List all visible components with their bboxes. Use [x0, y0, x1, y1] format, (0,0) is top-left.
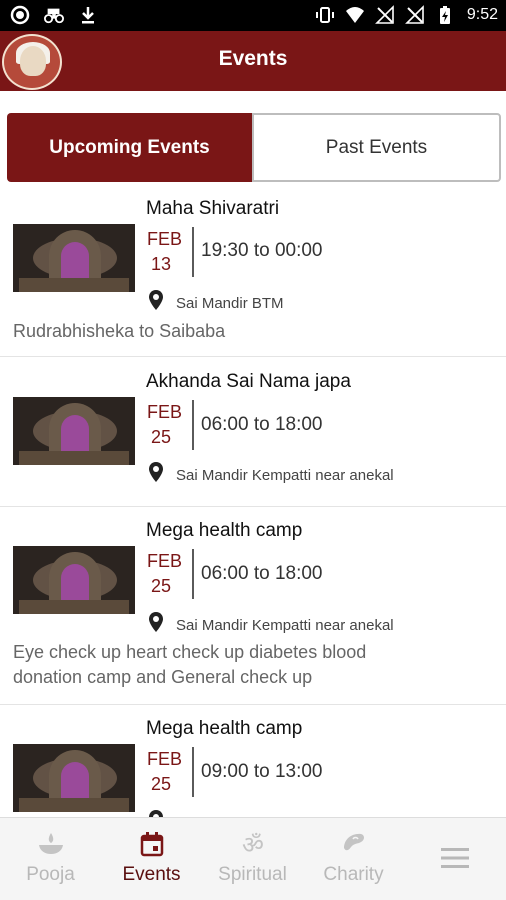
tab-past-events[interactable]: Past Events — [252, 113, 501, 182]
nav-label: Pooja — [26, 864, 75, 885]
nav-item-menu[interactable] — [404, 818, 505, 900]
event-day: 25 — [151, 427, 172, 447]
status-bar: 9:52 — [0, 0, 506, 31]
event-month: FEB — [147, 229, 183, 249]
event-item[interactable]: Akhanda Sai Nama japa FEB 25 06:00 to 18… — [0, 357, 506, 506]
event-description: Rudrabhisheka to Saibaba — [13, 321, 226, 341]
location-pin-icon — [149, 462, 163, 482]
page-title: Events — [218, 47, 288, 70]
event-month: FEB — [147, 749, 183, 769]
event-time: 09:00 to 13:00 — [201, 761, 323, 782]
nav-item-pooja[interactable]: Pooja — [0, 818, 101, 900]
event-location: Sai Mandir Kempatti near anekal — [176, 467, 394, 484]
nav-item-spiritual[interactable]: ॐ Spiritual — [202, 818, 303, 900]
event-month: FEB — [147, 402, 183, 422]
event-tabs: Upcoming Events Past Events — [7, 113, 501, 182]
nav-label: Spiritual — [218, 864, 287, 885]
status-right-icons: 9:52 — [315, 5, 498, 25]
location-pin-icon — [149, 290, 163, 310]
bike-icon — [44, 8, 64, 24]
event-title: Akhanda Sai Nama japa — [146, 371, 351, 392]
svg-text:ॐ: ॐ — [242, 831, 264, 858]
event-time: 06:00 to 18:00 — [201, 414, 323, 435]
nav-label: Events — [122, 864, 181, 885]
tab-upcoming-events[interactable]: Upcoming Events — [7, 113, 252, 182]
bottom-navigation: Pooja Events ॐ Spiritual Charity — [0, 817, 506, 900]
nav-label: Charity — [323, 864, 384, 885]
event-title: Maha Shivaratri — [146, 198, 280, 219]
nav-item-charity[interactable]: Charity — [303, 818, 404, 900]
events-list[interactable]: Maha Shivaratri FEB 13 19:30 to 00:00 Sa… — [0, 191, 506, 817]
signal-off-icon — [374, 5, 394, 24]
event-day: 25 — [151, 774, 172, 794]
charity-icon — [343, 833, 364, 851]
event-divider-line — [192, 747, 194, 797]
location-pin-icon — [149, 810, 163, 817]
diya-icon — [38, 833, 63, 854]
menu-icon — [440, 848, 469, 868]
event-location: Sai Mandir BTM — [176, 295, 284, 312]
event-thumbnail — [13, 397, 135, 465]
event-title: Mega health camp — [146, 520, 303, 541]
event-title: Mega health camp — [146, 718, 303, 739]
event-time: 06:00 to 18:00 — [201, 563, 323, 584]
event-day: 25 — [151, 576, 172, 596]
event-month: FEB — [147, 551, 183, 571]
event-thumbnail — [13, 224, 135, 292]
event-item[interactable]: Maha Shivaratri FEB 13 19:30 to 00:00 Sa… — [0, 191, 506, 356]
event-location: Sai Mandir Kempatti near anekal — [176, 617, 394, 634]
event-item[interactable]: Mega health camp FEB 25 09:00 to 13:00 — [0, 705, 506, 817]
app-bar: Events — [0, 31, 506, 91]
event-divider-line — [192, 400, 194, 450]
wifi-icon — [345, 7, 364, 23]
nav-item-events[interactable]: Events — [101, 818, 202, 900]
event-divider-line — [192, 227, 194, 277]
calendar-icon — [140, 832, 163, 857]
event-thumbnail — [13, 744, 135, 812]
download-icon — [82, 7, 94, 24]
event-divider-line — [192, 549, 194, 599]
event-time: 19:30 to 00:00 — [201, 240, 323, 261]
event-item[interactable]: Mega health camp FEB 25 06:00 to 18:00 S… — [0, 507, 506, 704]
location-pin-icon — [149, 612, 163, 632]
event-description-line: Eye check up heart check up diabetes blo… — [13, 642, 367, 662]
battery-charging-icon — [439, 6, 450, 24]
record-icon — [10, 5, 30, 25]
status-time: 9:52 — [466, 6, 498, 23]
event-description-line: donation camp and General check up — [13, 667, 313, 687]
vibrate-icon — [315, 7, 334, 23]
status-left-icons — [10, 5, 98, 25]
om-icon: ॐ — [242, 831, 264, 858]
event-day: 13 — [151, 254, 172, 274]
signal-off-icon — [404, 5, 424, 24]
event-thumbnail — [13, 546, 135, 614]
